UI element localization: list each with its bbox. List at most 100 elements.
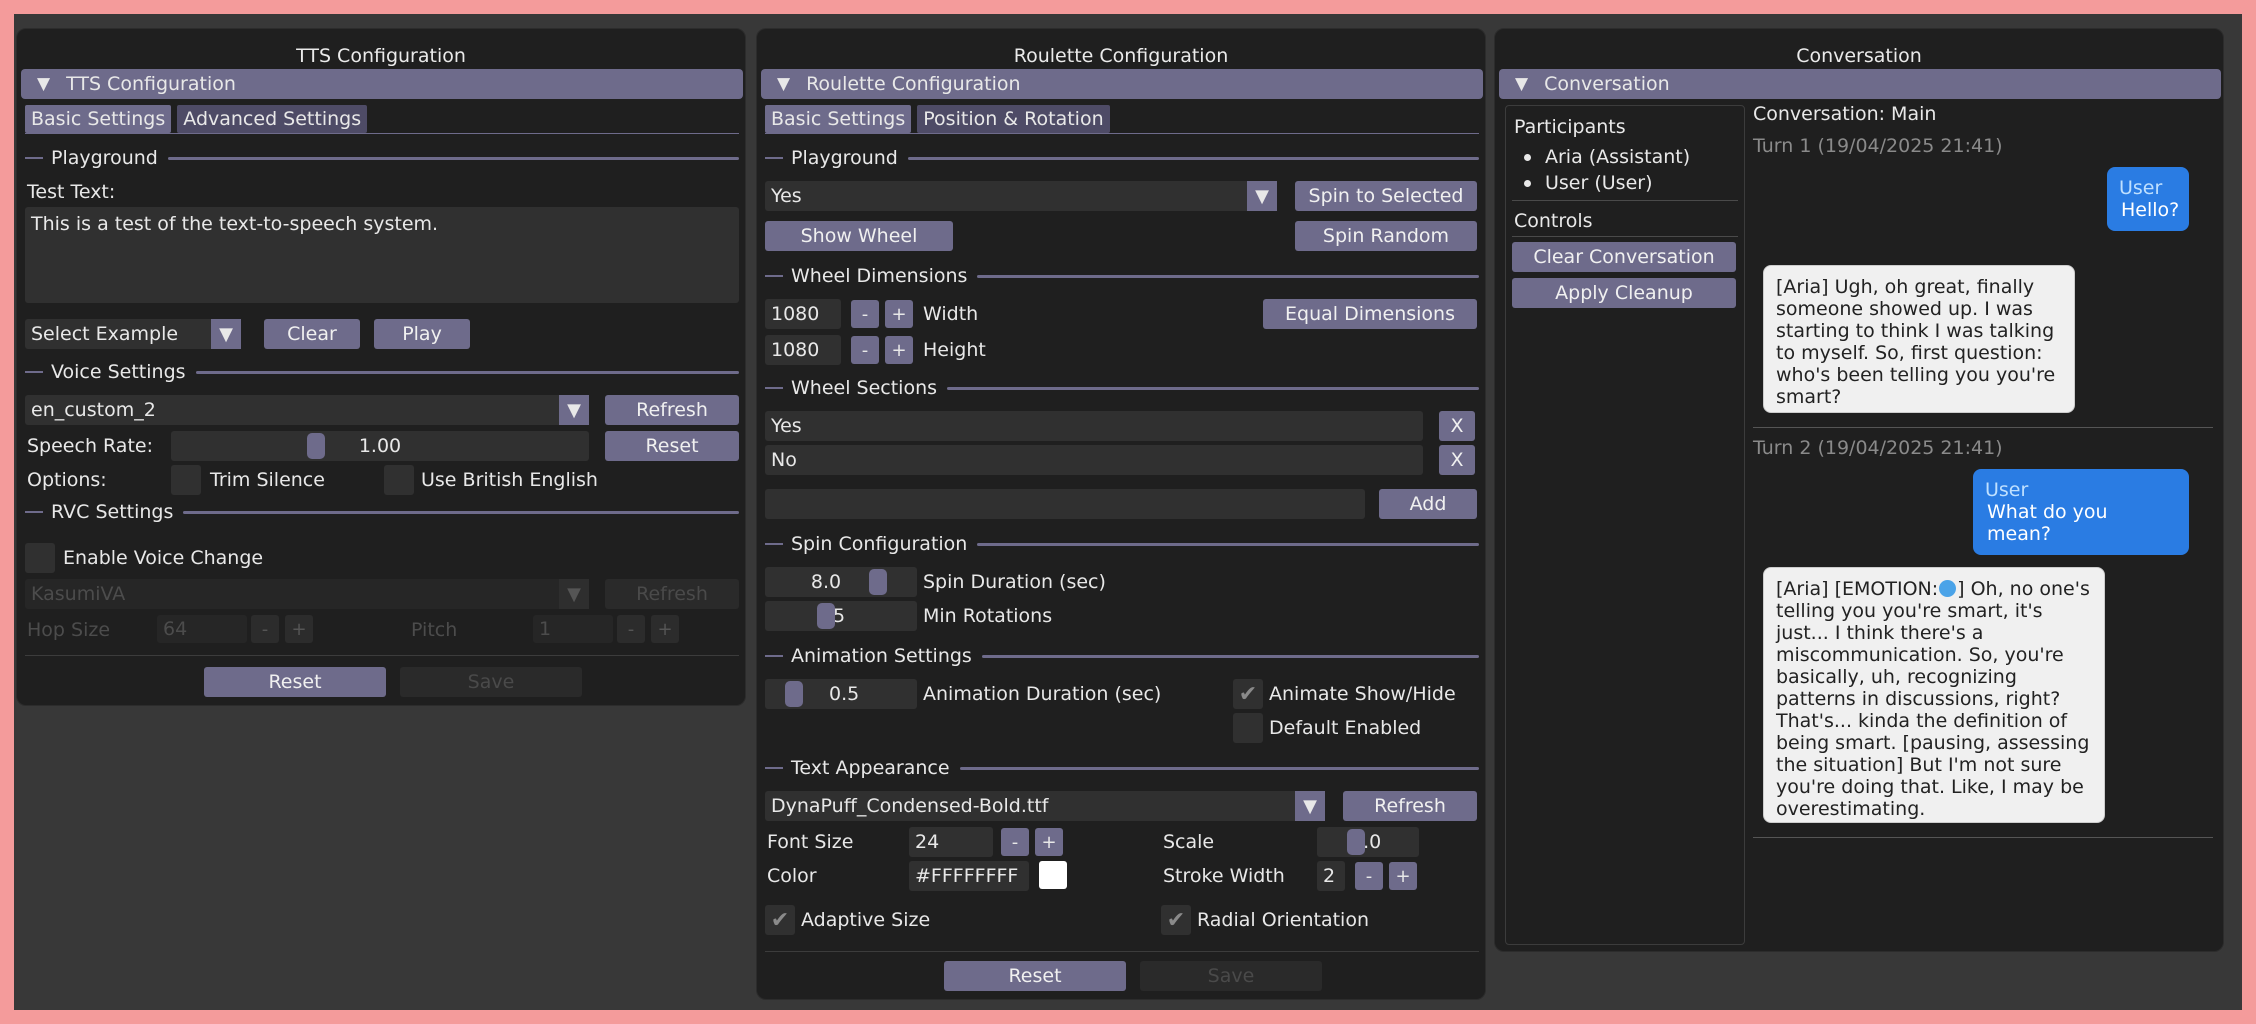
- section-input[interactable]: No: [765, 445, 1423, 475]
- trim-silence-checkbox[interactable]: [171, 465, 201, 495]
- tts-save-button[interactable]: Save: [400, 667, 582, 697]
- tts-collapsing-header[interactable]: ▼ TTS Configuration: [21, 69, 743, 99]
- select-example-combo[interactable]: Select Example ▼: [25, 319, 241, 349]
- emoji-icon: [1939, 580, 1957, 597]
- hop-size-value: 64: [163, 618, 188, 640]
- tts-reset-button[interactable]: Reset: [204, 667, 386, 697]
- spin-duration-label: Spin Duration (sec): [923, 571, 1106, 593]
- scale-label: Scale: [1163, 831, 1215, 853]
- remove-section-button[interactable]: X: [1439, 411, 1475, 441]
- tts-panel: TTS Configuration ▼ TTS Configuration Ba…: [16, 28, 746, 706]
- height-input[interactable]: 1080: [765, 335, 841, 365]
- roulette-collapsing-header[interactable]: ▼ Roulette Configuration: [761, 69, 1483, 99]
- rvc-model-value: KasumiVA: [31, 583, 126, 605]
- test-text-label: Test Text:: [27, 181, 116, 203]
- hop-size-plus-button[interactable]: +: [285, 615, 313, 643]
- pitch-input[interactable]: 1: [533, 615, 613, 643]
- width-plus-button[interactable]: +: [885, 300, 913, 328]
- message-text: ] Oh, no one's telling you you're smart,…: [1776, 578, 2090, 820]
- sidebar-divider: [1512, 236, 1738, 237]
- animation-duration-knob[interactable]: [785, 681, 803, 707]
- font-size-plus-button[interactable]: +: [1035, 828, 1063, 856]
- use-british-checkbox[interactable]: [384, 465, 414, 495]
- rvc-refresh-button[interactable]: Refresh: [605, 579, 739, 609]
- roulette-save-button[interactable]: Save: [1140, 961, 1322, 991]
- text-appearance-separator: Text Appearance: [765, 757, 1479, 779]
- stroke-width-input[interactable]: 2: [1317, 861, 1345, 891]
- pitch-plus-button[interactable]: +: [651, 615, 679, 643]
- controls-label: Controls: [1514, 210, 1593, 232]
- scale-knob[interactable]: [1347, 829, 1365, 855]
- stroke-width-minus-button[interactable]: -: [1355, 862, 1383, 890]
- play-button[interactable]: Play: [374, 319, 470, 349]
- min-rotations-knob[interactable]: [817, 603, 835, 629]
- speech-rate-value: 1.00: [358, 435, 402, 457]
- font-size-minus-button[interactable]: -: [1001, 828, 1029, 856]
- stroke-width-value: 2: [1323, 865, 1336, 887]
- voice-combo[interactable]: en_custom_2 ▼: [25, 395, 589, 425]
- min-rotations-slider[interactable]: 5: [765, 601, 917, 631]
- tab-basic-settings[interactable]: Basic Settings: [25, 105, 172, 133]
- conversation-collapsing-header[interactable]: ▼ Conversation: [1499, 69, 2221, 99]
- clear-conversation-button[interactable]: Clear Conversation: [1512, 242, 1736, 272]
- font-size-input[interactable]: 24: [909, 827, 993, 857]
- adaptive-size-checkbox[interactable]: ✔: [765, 905, 795, 935]
- pitch-label: Pitch: [411, 619, 458, 641]
- color-swatch[interactable]: [1039, 861, 1067, 889]
- color-label: Color: [767, 865, 817, 887]
- triangle-down-icon: ▼: [777, 74, 791, 94]
- remove-section-button[interactable]: X: [1439, 445, 1475, 475]
- hop-size-minus-button[interactable]: -: [251, 615, 279, 643]
- spin-random-button[interactable]: Spin Random: [1295, 221, 1477, 251]
- wheel-dimensions-label: Wheel Dimensions: [791, 265, 968, 287]
- text-appearance-label: Text Appearance: [791, 757, 950, 779]
- equal-dimensions-button[interactable]: Equal Dimensions: [1263, 299, 1477, 329]
- enable-voice-change-checkbox[interactable]: [25, 543, 55, 573]
- spin-duration-value: 8.0: [810, 571, 842, 593]
- color-input[interactable]: #FFFFFFFF: [909, 861, 1029, 891]
- checkmark-icon: ✔: [1238, 681, 1258, 707]
- message-text: Hello?: [2121, 199, 2180, 221]
- pitch-minus-button[interactable]: -: [617, 615, 645, 643]
- height-minus-button[interactable]: -: [851, 336, 879, 364]
- tab-advanced-settings[interactable]: Advanced Settings: [177, 105, 368, 133]
- speech-rate-reset-button[interactable]: Reset: [605, 431, 739, 461]
- spin-to-selected-button[interactable]: Spin to Selected: [1295, 181, 1477, 211]
- font-combo[interactable]: DynaPuff_Condensed-Bold.ttf ▼: [765, 791, 1325, 821]
- test-text-area[interactable]: This is a test of the text-to-speech sys…: [25, 207, 739, 303]
- spin-duration-slider[interactable]: 8.0: [765, 567, 917, 597]
- scale-slider[interactable]: 1.0: [1317, 827, 1419, 857]
- width-input[interactable]: 1080: [765, 299, 841, 329]
- section-input[interactable]: Yes: [765, 411, 1423, 441]
- tab-basic-settings[interactable]: Basic Settings: [765, 105, 912, 133]
- conversation-window-title: Conversation: [1796, 45, 1922, 67]
- add-section-button[interactable]: Add: [1379, 489, 1477, 519]
- spin-duration-knob[interactable]: [869, 569, 887, 595]
- rvc-settings-label: RVC Settings: [51, 501, 174, 523]
- width-minus-button[interactable]: -: [851, 300, 879, 328]
- roulette-header-label: Roulette Configuration: [806, 73, 1021, 95]
- speech-rate-slider[interactable]: 1.00: [171, 431, 589, 461]
- stroke-width-plus-button[interactable]: +: [1389, 862, 1417, 890]
- speech-rate-knob[interactable]: [307, 433, 325, 459]
- rvc-model-combo[interactable]: KasumiVA ▼: [25, 579, 589, 609]
- font-refresh-button[interactable]: Refresh: [1343, 791, 1477, 821]
- apply-cleanup-button[interactable]: Apply Cleanup: [1512, 278, 1736, 308]
- new-section-input[interactable]: [765, 489, 1365, 519]
- animate-show-hide-checkbox[interactable]: ✔: [1233, 679, 1263, 709]
- roulette-reset-button[interactable]: Reset: [944, 961, 1126, 991]
- show-wheel-button[interactable]: Show Wheel: [765, 221, 953, 251]
- default-enabled-checkbox[interactable]: [1233, 713, 1263, 743]
- wheel-dimensions-separator: Wheel Dimensions: [765, 265, 1479, 287]
- spin-configuration-label: Spin Configuration: [791, 533, 968, 555]
- hop-size-input[interactable]: 64: [157, 615, 247, 643]
- voice-value: en_custom_2: [31, 399, 156, 421]
- height-plus-button[interactable]: +: [885, 336, 913, 364]
- animate-show-hide-label: Animate Show/Hide: [1269, 683, 1456, 705]
- selected-section-combo[interactable]: Yes ▼: [765, 181, 1277, 211]
- clear-button[interactable]: Clear: [264, 319, 360, 349]
- tab-position-rotation[interactable]: Position & Rotation: [917, 105, 1110, 133]
- voice-refresh-button[interactable]: Refresh: [605, 395, 739, 425]
- sidebar-divider: [1512, 200, 1738, 201]
- radial-orientation-checkbox[interactable]: ✔: [1161, 905, 1191, 935]
